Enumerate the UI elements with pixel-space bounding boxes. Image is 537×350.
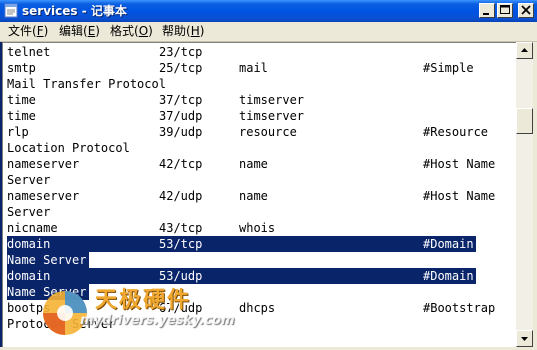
text-line: Server xyxy=(7,172,53,188)
text-line: bootps 67/udp dhcps #Bootstrap xyxy=(7,300,498,316)
text-cell: Server xyxy=(7,173,51,187)
text-cell: domain xyxy=(7,237,51,251)
menu-edit[interactable]: 编辑(E) xyxy=(59,24,100,39)
text-line: domain 53/tcp #Domain xyxy=(7,236,476,252)
text-cell: 37/tcp xyxy=(159,93,203,107)
text-cell: 53/tcp xyxy=(159,237,203,251)
menu-help-paren: ) xyxy=(199,24,205,38)
text-cell: timserver xyxy=(239,93,305,107)
text-cell: name xyxy=(239,157,268,171)
text-cell: domain xyxy=(7,269,51,283)
text-cell: 43/tcp xyxy=(159,221,203,235)
menu-help[interactable]: 帮助(H) xyxy=(162,24,204,39)
text-editor[interactable]: telnet 23/tcp smtp 25/tcp mail #Simple Mail Tr… xyxy=(2,42,516,347)
text-cell: 37/udp xyxy=(159,109,203,123)
text-cell: Name Server xyxy=(7,253,87,267)
menu-help-label: 帮助( xyxy=(162,24,191,38)
text-cell: nameserver xyxy=(7,189,80,203)
text-cell: 42/tcp xyxy=(159,157,203,171)
text-cell: Location Protocol xyxy=(7,141,130,155)
text-cell: rlp xyxy=(7,125,29,139)
text-cell: nameserver xyxy=(7,157,80,171)
text-line: smtp 25/tcp mail #Simple xyxy=(7,60,476,76)
text-cell: #Domain xyxy=(423,269,474,283)
close-button[interactable] xyxy=(518,3,534,18)
menu-file-paren: ) xyxy=(43,24,49,38)
text-cell: #Host Name xyxy=(423,189,496,203)
text-cell: 39/udp xyxy=(159,125,203,139)
menu-bar: 文件(F) 编辑(E) 格式(O) 帮助(H) xyxy=(0,22,537,42)
text-cell: dhcps xyxy=(239,301,276,315)
minimize-icon xyxy=(483,13,489,15)
text-line: time 37/udp timserver xyxy=(7,108,306,124)
text-cell: name xyxy=(239,189,268,203)
text-cell: 25/tcp xyxy=(159,61,203,75)
menu-format[interactable]: 格式(O) xyxy=(110,24,153,39)
menu-help-key: H xyxy=(190,24,200,38)
text-cell: mail xyxy=(239,61,268,75)
text-cell: bootps xyxy=(7,301,51,315)
text-line: nicname 43/tcp whois xyxy=(7,220,278,236)
text-cell: time xyxy=(7,109,36,123)
text-line: Protocol Server xyxy=(7,316,118,332)
text-line: telnet 23/tcp xyxy=(7,44,205,60)
text-cell: 53/udp xyxy=(159,269,203,283)
text-cell: whois xyxy=(239,221,276,235)
text-cell: Server xyxy=(7,205,51,219)
text-line: Name Server xyxy=(7,284,89,300)
text-cell: resource xyxy=(239,125,297,139)
text-cell: Protocol Server xyxy=(7,317,116,331)
text-cell: #Resource xyxy=(423,125,489,139)
menu-file[interactable]: 文件(F) xyxy=(8,24,48,39)
text-cell: telnet xyxy=(7,45,51,59)
text-cell: Mail Transfer Protocol xyxy=(7,77,166,91)
scroll-thumb[interactable] xyxy=(516,108,533,134)
window-frame-right xyxy=(533,42,537,349)
text-line: time 37/tcp timserver xyxy=(7,92,306,108)
text-cell: Name Server xyxy=(7,285,87,299)
text-cell: #Simple xyxy=(423,61,474,75)
scroll-up-button[interactable] xyxy=(516,42,533,59)
text-cell: 42/udp xyxy=(159,189,203,203)
text-line: nameserver 42/tcp name #Host Name xyxy=(7,156,498,172)
menu-edit-paren: ) xyxy=(95,24,100,38)
text-line: Name Server xyxy=(7,252,89,268)
text-cell: #Domain xyxy=(423,237,474,251)
maximize-button[interactable] xyxy=(497,3,513,18)
text-cell: time xyxy=(7,93,36,107)
menu-file-key: F xyxy=(36,24,44,38)
scroll-down-button[interactable] xyxy=(516,330,533,347)
text-cell: #Host Name xyxy=(423,157,496,171)
text-cell: #Bootstrap xyxy=(423,301,496,315)
title-bar[interactable]: services - 记事本 xyxy=(0,0,537,22)
menu-format-paren: ) xyxy=(148,24,153,38)
menu-format-label: 格式( xyxy=(110,24,139,38)
text-cell: timserver xyxy=(239,109,305,123)
text-line: Mail Transfer Protocol xyxy=(7,76,168,92)
close-icon xyxy=(521,5,531,15)
notepad-icon xyxy=(4,3,18,18)
menu-file-label: 文件( xyxy=(8,24,37,38)
maximize-icon xyxy=(500,5,510,14)
text-cell: nicname xyxy=(7,221,58,235)
menu-format-key: O xyxy=(138,24,149,38)
minimize-button[interactable] xyxy=(479,3,495,18)
text-line: nameserver 42/udp name #Host Name xyxy=(7,188,498,204)
text-cell: 67/udp xyxy=(159,301,203,315)
text-line: rlp 39/udp resource #Resource xyxy=(7,124,490,140)
text-cell: smtp xyxy=(7,61,36,75)
text-line: Location Protocol xyxy=(7,140,132,156)
vertical-scrollbar[interactable] xyxy=(516,42,533,347)
text-line: domain 53/udp #Domain xyxy=(7,268,476,284)
arrow-down-icon xyxy=(521,337,528,341)
arrow-up-icon xyxy=(521,48,528,52)
window-title: services - 记事本 xyxy=(22,4,127,18)
text-cell: 23/tcp xyxy=(159,45,203,59)
notepad-window: services - 记事本 文件(F) 编辑(E) 格式(O) 帮助(H) t… xyxy=(0,0,537,349)
menu-edit-label: 编辑( xyxy=(59,24,88,38)
text-line: Server xyxy=(7,204,53,220)
